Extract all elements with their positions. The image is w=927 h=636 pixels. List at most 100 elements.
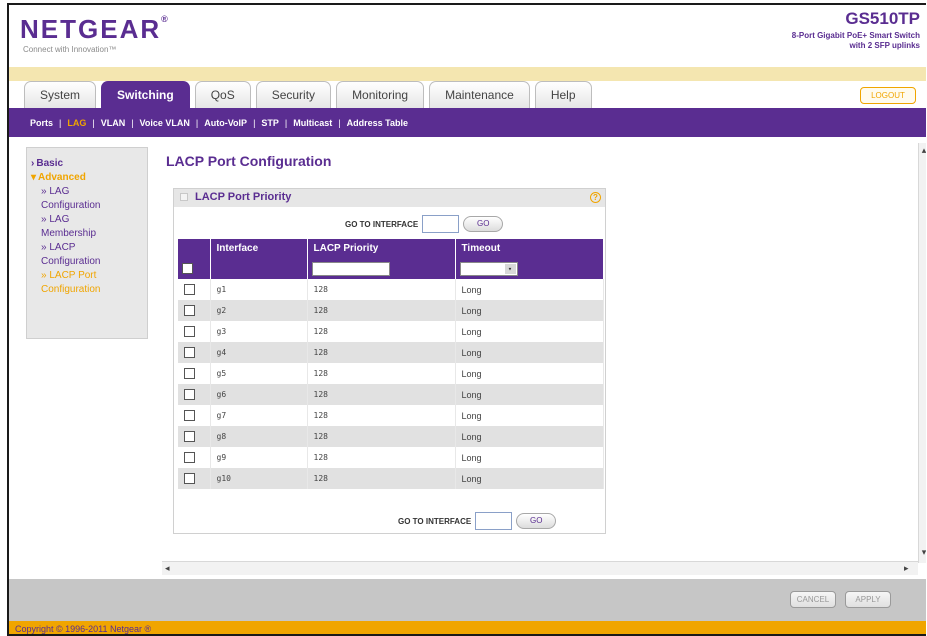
nav-item-label: LAG: [49, 186, 70, 197]
model-description-line-2: with 2 SFP uplinks: [849, 41, 920, 50]
row-checkbox[interactable]: [184, 284, 195, 295]
cell-interface: g6: [210, 384, 308, 405]
logo-registered-mark: ®: [161, 14, 170, 24]
go-button[interactable]: GO: [463, 216, 504, 232]
nav-item-line-2: Membership: [41, 228, 97, 239]
row-checkbox[interactable]: [184, 305, 195, 316]
table-row: g4 128 Long: [178, 342, 604, 363]
netgear-logo: NETGEAR®: [20, 14, 170, 45]
cell-priority: 128: [307, 363, 456, 384]
apply-button[interactable]: APPLY: [845, 591, 891, 608]
collapse-icon[interactable]: [180, 193, 188, 201]
scroll-left-icon[interactable]: ◂: [165, 563, 170, 574]
table-row: g10 128 Long: [178, 468, 604, 489]
go-button[interactable]: GO: [516, 513, 557, 529]
action-bar: CANCEL APPLY: [9, 579, 926, 621]
goto-interface-bottom: GO TO INTERFACE GO: [398, 510, 557, 532]
nav-lacp-port-configuration[interactable]: » LACP Port Configuration: [31, 269, 147, 297]
timeout-select[interactable]: ▾: [459, 261, 518, 276]
tab-qos[interactable]: QoS: [194, 81, 251, 108]
select-all-cell: [178, 258, 211, 279]
tab-security[interactable]: Security: [255, 81, 332, 108]
row-checkbox[interactable]: [184, 347, 195, 358]
tab-monitoring[interactable]: Monitoring: [336, 81, 425, 108]
row-checkbox[interactable]: [184, 473, 195, 484]
nav-lacp-configuration[interactable]: » LACP Configuration: [31, 241, 147, 269]
cell-priority: 128: [307, 279, 456, 300]
model-name: GS510TP: [845, 9, 920, 28]
tab-switching[interactable]: Switching: [101, 81, 190, 108]
scroll-right-icon[interactable]: ▸: [904, 563, 909, 574]
model-description-line-1: 8-Port Gigabit PoE+ Smart Switch: [791, 31, 920, 40]
panel-header: LACP Port Priority ?: [174, 189, 605, 207]
scroll-down-icon[interactable]: ▾: [919, 547, 926, 558]
subnav-separator: |: [59, 117, 62, 128]
edit-row: ▾: [178, 258, 604, 279]
header-band: [9, 67, 926, 81]
row-checkbox[interactable]: [184, 452, 195, 463]
nav-advanced[interactable]: ▾ Advanced: [31, 171, 147, 185]
subnav-separator: |: [131, 117, 134, 128]
goto-interface-label: GO TO INTERFACE: [345, 219, 419, 229]
cell-interface: g4: [210, 342, 308, 363]
goto-interface-input[interactable]: [475, 512, 513, 530]
horizontal-scrollbar[interactable]: ◂ ▸: [162, 561, 918, 575]
logout-button[interactable]: LOGOUT: [860, 87, 916, 104]
subnav-auto-voip[interactable]: Auto-VoIP: [204, 118, 247, 128]
row-checkbox[interactable]: [184, 389, 195, 400]
subnav-multicast[interactable]: Multicast: [293, 118, 332, 128]
row-checkbox[interactable]: [184, 368, 195, 379]
cell-interface: g8: [210, 426, 308, 447]
table-row: g8 128 Long: [178, 426, 604, 447]
goto-interface-label: GO TO INTERFACE: [398, 516, 472, 526]
cell-timeout: Long: [455, 363, 604, 384]
cell-timeout: Long: [455, 321, 604, 342]
help-icon[interactable]: ?: [590, 192, 601, 203]
panel-title: LACP Port Priority: [195, 191, 292, 203]
subnav-separator: |: [253, 117, 256, 128]
nav-item-line-1: » LACP Port: [41, 269, 147, 283]
cell-interface: g1: [210, 279, 308, 300]
goto-interface-input[interactable]: [422, 215, 460, 233]
column-header-timeout: Timeout: [455, 239, 604, 258]
subnav-separator: |: [195, 117, 199, 128]
nav-basic[interactable]: › Basic: [31, 157, 147, 171]
app-window: NETGEAR® Connect with Innovation™ GS510T…: [7, 3, 926, 636]
nav-lag-configuration[interactable]: » LAG Configuration: [31, 185, 147, 213]
page-title: LACP Port Configuration: [166, 153, 332, 169]
cell-interface: g9: [210, 447, 308, 468]
tab-maintenance[interactable]: Maintenance: [429, 81, 530, 108]
tab-system[interactable]: System: [24, 81, 97, 108]
subnav-vlan[interactable]: VLAN: [101, 118, 126, 128]
subnav-address-table[interactable]: Address Table: [347, 118, 408, 128]
select-all-checkbox[interactable]: [182, 263, 193, 274]
column-header-lacp-priority: LACP Priority: [307, 239, 456, 258]
subnav-stp[interactable]: STP: [261, 118, 279, 128]
nav-item-line-2: Configuration: [41, 256, 101, 267]
lacp-priority-input[interactable]: [311, 261, 390, 276]
subnav-voice-vlan[interactable]: Voice VLAN: [140, 118, 190, 128]
row-checkbox[interactable]: [184, 431, 195, 442]
nav-item-line-1: » LAG: [41, 185, 147, 199]
scroll-up-icon[interactable]: ▴: [919, 145, 926, 156]
subnav-ports[interactable]: Ports: [30, 118, 53, 128]
cell-interface: g3: [210, 321, 308, 342]
tab-help[interactable]: Help: [534, 81, 592, 108]
cell-priority: 128: [307, 384, 456, 405]
nav-lag-membership[interactable]: » LAG Membership: [31, 213, 147, 241]
nav-item-line-1: » LAG: [41, 213, 147, 227]
nav-expanded-icon: ▾: [31, 172, 37, 183]
edit-timeout-cell: ▾: [455, 258, 604, 279]
column-header-interface: Interface: [210, 239, 308, 258]
cell-interface: g5: [210, 363, 308, 384]
cell-priority: 128: [307, 447, 456, 468]
vertical-scrollbar[interactable]: ▴ ▾: [918, 143, 926, 563]
row-checkbox[interactable]: [184, 410, 195, 421]
subnav-lag[interactable]: LAG: [67, 118, 86, 128]
left-navigation: › Basic ▾ Advanced » LAG Configuration » L…: [26, 147, 148, 339]
row-checkbox[interactable]: [184, 326, 195, 337]
table-row: g6 128 Long: [178, 384, 604, 405]
cancel-button[interactable]: CANCEL: [790, 591, 836, 608]
nav-arrow-icon: ›: [31, 158, 35, 169]
cell-priority: 128: [307, 468, 456, 489]
